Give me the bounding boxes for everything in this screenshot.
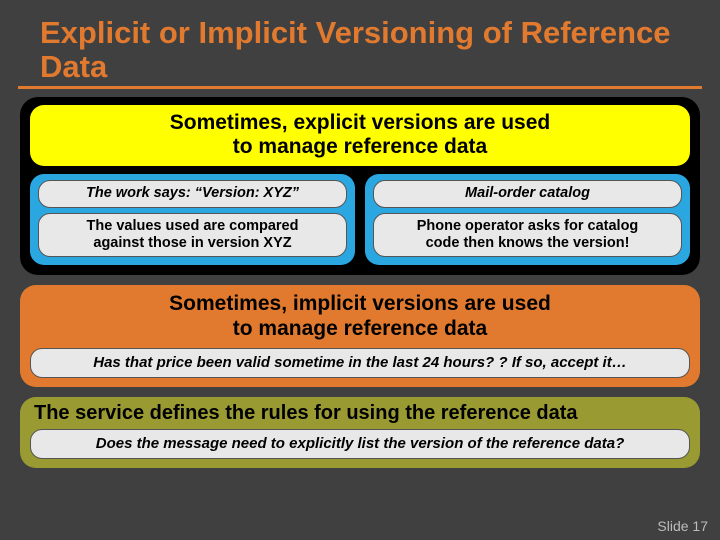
explicit-left-col: The work says: “Version: XYZ” The values… <box>30 174 355 265</box>
implicit-section: Sometimes, implicit versions are used to… <box>20 285 700 386</box>
right-bottom-line1: Phone operator asks for catalog <box>417 218 639 234</box>
explicit-right-col: Mail-order catalog Phone operator asks f… <box>365 174 690 265</box>
slide-number: Slide 17 <box>657 518 708 534</box>
left-bottom-line2: against those in version XYZ <box>93 235 291 251</box>
explicit-banner-line1: Sometimes, explicit versions are used <box>170 111 551 134</box>
title-underline <box>18 86 702 89</box>
service-section: The service defines the rules for using … <box>20 397 700 468</box>
right-top-pill: Mail-order catalog <box>373 180 682 208</box>
service-pill: Does the message need to explicitly list… <box>30 429 690 459</box>
left-bottom-pill: The values used are compared against tho… <box>38 213 347 257</box>
explicit-banner-line2: to manage reference data <box>233 135 487 158</box>
implicit-heading-line1: Sometimes, implicit versions are used <box>169 292 551 315</box>
explicit-section: Sometimes, explicit versions are used to… <box>20 97 700 275</box>
slide: Explicit or Implicit Versioning of Refer… <box>0 0 720 540</box>
right-bottom-line2: code then knows the version! <box>426 235 630 251</box>
left-bottom-line1: The values used are compared <box>87 218 299 234</box>
implicit-heading: Sometimes, implicit versions are used to… <box>30 292 690 340</box>
left-top-pill: The work says: “Version: XYZ” <box>38 180 347 208</box>
explicit-columns: The work says: “Version: XYZ” The values… <box>30 174 690 265</box>
right-bottom-pill: Phone operator asks for catalog code the… <box>373 213 682 257</box>
service-heading: The service defines the rules for using … <box>30 402 690 429</box>
explicit-banner: Sometimes, explicit versions are used to… <box>30 105 690 166</box>
implicit-pill: Has that price been valid sometime in th… <box>30 348 690 378</box>
slide-title: Explicit or Implicit Versioning of Refer… <box>40 16 680 84</box>
implicit-heading-line2: to manage reference data <box>233 317 487 340</box>
